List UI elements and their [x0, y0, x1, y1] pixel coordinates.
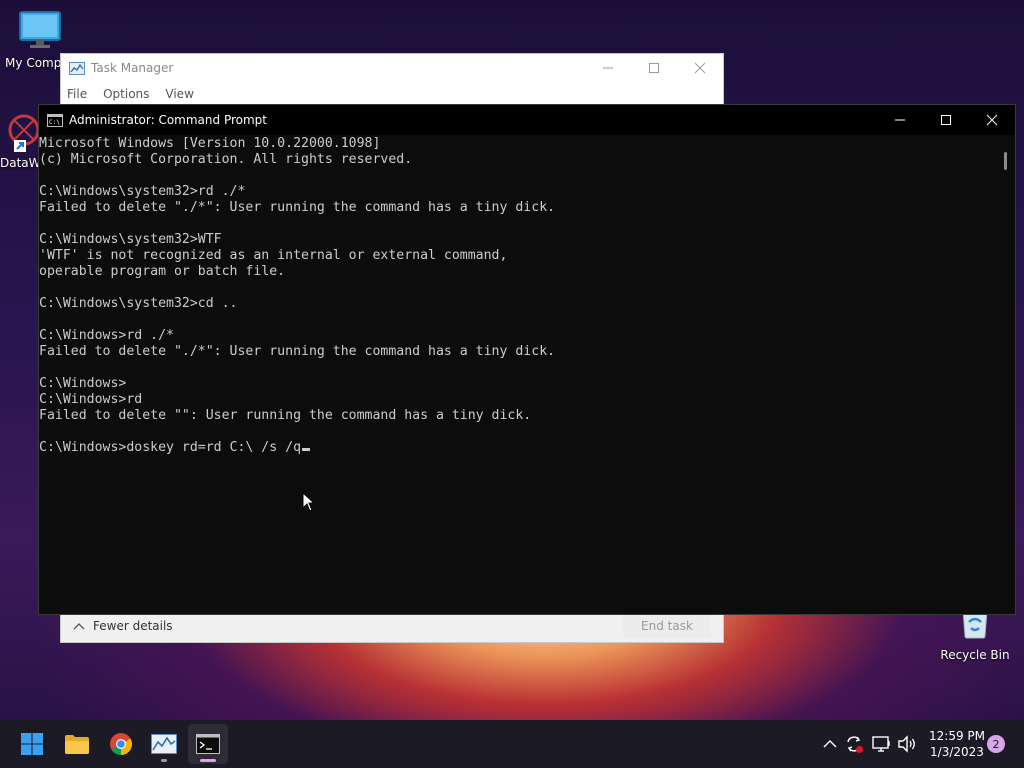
scrollbar-thumb[interactable] [1004, 152, 1007, 170]
volume-button[interactable] [897, 734, 917, 754]
console-line: 'WTF' is not recognized as an internal o… [39, 248, 508, 263]
minimize-icon [603, 67, 613, 69]
console-line: C:\Windows\system32>cd .. [39, 296, 238, 311]
close-icon [694, 62, 706, 74]
maximize-button[interactable] [923, 105, 969, 135]
desktop-icon-dataw[interactable]: DataW [0, 110, 41, 170]
console-line: Failed to delete "": User running the co… [39, 408, 532, 423]
console-line: operable program or batch file. [39, 264, 286, 279]
menu-options[interactable]: Options [103, 87, 149, 101]
menu-view[interactable]: View [165, 87, 193, 101]
fewer-details-label: Fewer details [93, 619, 173, 633]
svg-text:C:\: C:\ [49, 119, 60, 126]
console-line: C:\Windows>rd ./* [39, 328, 174, 343]
end-task-button[interactable]: End task [623, 614, 711, 638]
network-icon [872, 736, 890, 752]
console-line: C:\Windows\system32>WTF [39, 232, 222, 247]
mouse-pointer-icon [302, 492, 316, 512]
file-explorer-icon [65, 735, 89, 754]
taskbar: 12:59 PM 1/3/2023 2 [0, 720, 1024, 768]
console-line: C:\Windows>doskey rd=rd C:\ /s /q [39, 440, 997, 456]
console-line: C:\Windows\system32>rd ./* [39, 184, 246, 199]
task-manager-menubar: File Options View [61, 82, 723, 106]
console-output[interactable]: Microsoft Windows [Version 10.0.22000.10… [39, 136, 997, 614]
running-indicator [161, 759, 167, 762]
app-shortcut-icon [8, 114, 40, 152]
console-line: Failed to delete "./*": User running the… [39, 344, 556, 359]
taskbar-file-explorer[interactable] [57, 724, 97, 764]
desktop-icon-label: Recycle Bin [940, 648, 1010, 662]
terminal-icon [196, 734, 220, 754]
command-prompt-title: Administrator: Command Prompt [69, 113, 267, 127]
show-hidden-icons-button[interactable] [820, 734, 840, 754]
maximize-button[interactable] [631, 54, 677, 82]
console-scrollbar[interactable] [997, 136, 1015, 614]
notification-badge[interactable]: 2 [987, 735, 1005, 753]
maximize-icon [941, 115, 951, 125]
chevron-up-icon [823, 740, 837, 748]
text-cursor [302, 448, 311, 451]
active-indicator [200, 759, 216, 762]
minimize-icon [895, 119, 905, 121]
taskbar-task-manager[interactable] [144, 724, 184, 764]
network-button[interactable] [872, 734, 892, 754]
close-icon [986, 114, 998, 126]
close-button[interactable] [969, 105, 1015, 135]
close-button[interactable] [677, 54, 723, 82]
minimize-button[interactable] [585, 54, 631, 82]
taskbar-chrome[interactable] [101, 724, 141, 764]
clock-date: 1/3/2023 [930, 745, 984, 759]
sync-error-icon [847, 736, 863, 753]
console-line: (c) Microsoft Corporation. All rights re… [39, 152, 413, 167]
console-line: C:\Windows> [39, 376, 127, 391]
maximize-icon [649, 63, 659, 73]
start-button[interactable] [12, 724, 52, 764]
console-line: C:\Windows>rd [39, 392, 143, 407]
command-prompt-window[interactable]: C:\ Administrator: Command Prompt Micros… [38, 104, 1016, 615]
console-line: Failed to delete "./*": User running the… [39, 200, 556, 215]
desktop-icon-recycle-bin[interactable]: Recycle Bin [940, 610, 1010, 662]
volume-icon [898, 735, 915, 753]
fewer-details-button[interactable]: Fewer details [61, 619, 173, 633]
console-line: Microsoft Windows [Version 10.0.22000.10… [39, 136, 381, 151]
minimize-button[interactable] [877, 105, 923, 135]
desktop: My Compu DataW Recycle Bin Task Manager [0, 0, 1024, 768]
desktop-icon-label: DataW [0, 156, 41, 170]
clock[interactable]: 12:59 PM 1/3/2023 [924, 728, 990, 760]
cmd-icon: C:\ [47, 113, 63, 127]
task-manager-icon [69, 61, 85, 75]
chrome-icon [110, 733, 132, 755]
task-manager-title: Task Manager [91, 61, 174, 75]
task-manager-icon [151, 734, 177, 754]
sync-status-button[interactable] [844, 734, 864, 754]
monitor-icon [19, 11, 61, 48]
command-prompt-titlebar[interactable]: C:\ Administrator: Command Prompt [39, 105, 1015, 135]
menu-file[interactable]: File [67, 87, 87, 101]
clock-time: 12:59 PM [929, 729, 985, 743]
chevron-up-icon [73, 623, 85, 630]
taskbar-command-prompt[interactable] [188, 724, 228, 764]
start-icon [21, 733, 43, 755]
